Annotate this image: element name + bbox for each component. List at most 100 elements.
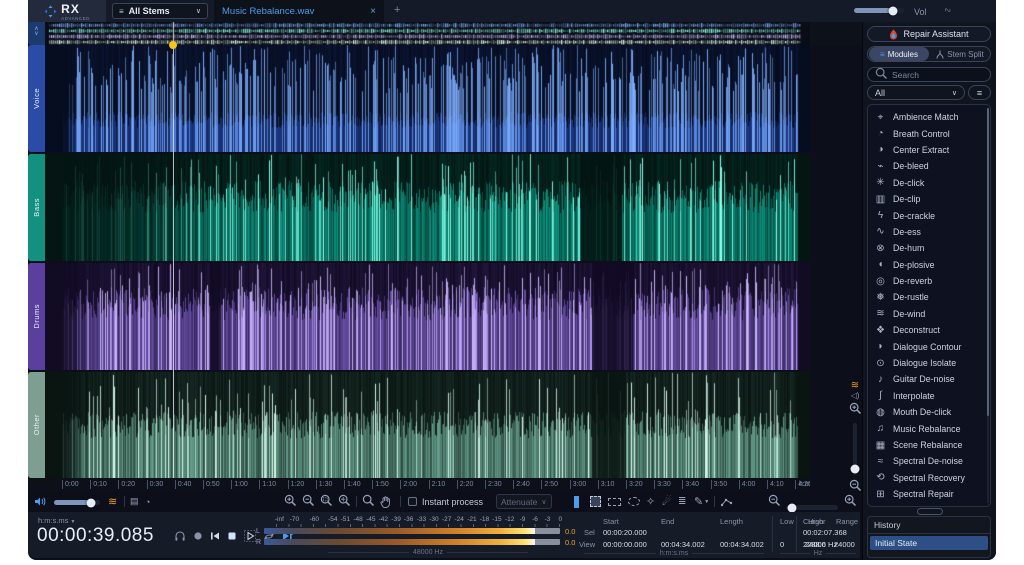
- module-item-interpolate[interactable]: ∫Interpolate: [874, 388, 990, 404]
- module-item-ambience-match[interactable]: ⌖Ambience Match: [874, 109, 990, 125]
- time-ruler[interactable]: 0:000:100:200:300:400:501:001:101:201:30…: [45, 478, 810, 491]
- repair-assistant-button[interactable]: Repair Assistant: [867, 26, 991, 42]
- history-item-initial-state[interactable]: Initial State: [870, 536, 988, 550]
- stem-tab-voice[interactable]: Voice: [28, 45, 45, 152]
- time-readout-icon[interactable]: ◔: [145, 494, 150, 509]
- volume-slider[interactable]: [854, 8, 904, 13]
- ruler-left-fill: [28, 478, 45, 491]
- module-item-de-plosive[interactable]: ◖De-plosive: [874, 257, 990, 273]
- module-label: De-clip: [893, 194, 920, 204]
- module-item-spectral-de-noise[interactable]: ≈Spectral De-noise: [874, 453, 990, 469]
- view-row-label: View: [579, 540, 595, 549]
- module-list-scrollbar[interactable]: [987, 108, 989, 503]
- wand-pointer-tool[interactable]: ☄: [662, 494, 672, 509]
- module-item-music-rebalance[interactable]: ♫Music Rebalance: [874, 420, 990, 436]
- instant-process-checkbox[interactable]: [408, 494, 417, 509]
- stem-tab-bass[interactable]: Bass: [28, 154, 45, 261]
- stem-tab-drums[interactable]: Drums: [28, 263, 45, 370]
- clipboard-info-icon[interactable]: ▤: [130, 494, 139, 509]
- hand-tool[interactable]: [380, 494, 391, 509]
- frequency-selection-tool[interactable]: [608, 494, 621, 509]
- module-list-menu-button[interactable]: ≡: [968, 85, 991, 100]
- module-item-de-reverb[interactable]: ◎De-reverb: [874, 273, 990, 289]
- horizontal-zoom-knob[interactable]: [788, 503, 797, 512]
- module-item-de-crackle[interactable]: ϟDe-crackle: [874, 207, 990, 223]
- scrollbar-thumb[interactable]: [987, 108, 989, 416]
- brush-tool[interactable]: ✎▼: [694, 494, 709, 509]
- play-button[interactable]: [244, 530, 256, 542]
- module-item-breath-control[interactable]: ◔Breath Control: [874, 125, 990, 141]
- curve-node-tool[interactable]: [721, 494, 733, 509]
- playhead-line[interactable]: [173, 45, 174, 478]
- harmonic-lines-tool[interactable]: ≣: [678, 494, 686, 509]
- spectrogram-voice[interactable]: [45, 45, 810, 152]
- module-item-dialogue-contour[interactable]: ◗Dialogue Contour: [874, 338, 990, 354]
- waveform-spectrogram-blend-icon[interactable]: ≋: [108, 494, 117, 509]
- new-tab-button[interactable]: +: [394, 4, 400, 16]
- zoom-out-button[interactable]: [302, 494, 315, 509]
- overview-minimap[interactable]: [45, 22, 810, 45]
- stop-button[interactable]: [227, 531, 237, 541]
- attenuate-dropdown[interactable]: Attenuate ∨: [496, 494, 552, 509]
- module-item-dialogue-isolate[interactable]: ⊙Dialogue Isolate: [874, 355, 990, 371]
- meter-scale-tick: -3: [545, 516, 551, 523]
- spectrogram-bass[interactable]: [45, 154, 810, 261]
- spectrogram-other[interactable]: [45, 372, 810, 478]
- monitor-headphones-icon[interactable]: [174, 530, 186, 542]
- horizontal-zoom-out-icon[interactable]: [768, 494, 781, 509]
- tab-stem-split[interactable]: Stem Split: [930, 50, 990, 59]
- speaker-small-icon[interactable]: ◁): [848, 391, 862, 400]
- spectrogram-blend-icon[interactable]: ≋: [848, 380, 862, 391]
- time-format-selector[interactable]: h:m:s.ms ▼: [38, 516, 75, 525]
- tab-modules[interactable]: ≡ Modules: [869, 47, 929, 61]
- module-item-de-click[interactable]: ✳De-click: [874, 175, 990, 191]
- zoom-in-button[interactable]: [284, 494, 297, 509]
- vertical-zoom-out-icon[interactable]: [848, 479, 862, 497]
- time-frequency-selection-tool[interactable]: [590, 494, 601, 509]
- monitor-volume-knob[interactable]: [86, 498, 95, 507]
- module-item-de-bleed[interactable]: ⌁De-bleed: [874, 158, 990, 174]
- module-filter-select[interactable]: All ∨: [867, 85, 965, 100]
- stems-view-dropdown[interactable]: ≡ All Stems ∨: [112, 3, 208, 19]
- vertical-zoom-slider[interactable]: [853, 423, 857, 475]
- lasso-selection-tool[interactable]: [628, 494, 640, 509]
- panel-resize-handle[interactable]: [917, 508, 943, 515]
- file-tab[interactable]: Music Rebalance.wav ×: [214, 0, 384, 22]
- return-to-start-button[interactable]: [210, 531, 220, 541]
- ruler-tick: 1:40: [344, 480, 361, 489]
- zoom-fit-button[interactable]: [338, 494, 351, 509]
- magic-wand-tool[interactable]: ✧: [646, 494, 655, 509]
- monitor-volume-slider[interactable]: [54, 500, 100, 505]
- record-button[interactable]: [193, 531, 203, 541]
- module-item-deconstruct[interactable]: ❖Deconstruct: [874, 322, 990, 338]
- module-item-center-extract[interactable]: ◑Center Extract: [874, 142, 990, 158]
- module-search-input[interactable]: Search: [867, 67, 991, 82]
- ruler-tick: 2:20: [457, 480, 474, 489]
- stems-dropdown-value: All Stems: [129, 6, 191, 16]
- horizontal-zoom-slider[interactable]: [786, 505, 838, 510]
- module-label: De-reverb: [893, 276, 932, 286]
- module-item-de-wind[interactable]: ≋De-wind: [874, 306, 990, 322]
- stem-tab-other[interactable]: Other: [28, 372, 45, 478]
- module-item-spectral-repair[interactable]: ⊞Spectral Repair: [874, 486, 990, 502]
- magnify-tool[interactable]: [362, 494, 375, 509]
- vertical-zoom-knob[interactable]: [851, 465, 860, 474]
- module-item-de-ess[interactable]: ∿De-ess: [874, 224, 990, 240]
- time-selection-tool[interactable]: [574, 494, 579, 509]
- overview-collapse-tab[interactable]: ∧ ∨: [28, 22, 45, 45]
- module-item-de-rustle[interactable]: ❅De-rustle: [874, 289, 990, 305]
- tab-close-icon[interactable]: ×: [370, 6, 376, 17]
- ruler-tick: 0:00: [62, 480, 79, 489]
- monitor-speaker-icon[interactable]: [34, 494, 46, 509]
- module-item-guitar-de-noise[interactable]: ♪Guitar De-noise: [874, 371, 990, 387]
- module-item-de-hum[interactable]: ⊗De-hum: [874, 240, 990, 256]
- playhead-marker[interactable]: [169, 41, 177, 49]
- module-item-spectral-recovery[interactable]: ⟲Spectral Recovery: [874, 470, 990, 486]
- zoom-selection-button[interactable]: [320, 494, 333, 509]
- volume-slider-knob[interactable]: [889, 6, 898, 15]
- module-item-de-clip[interactable]: ▥De-clip: [874, 191, 990, 207]
- spectrogram-drums[interactable]: [45, 263, 810, 370]
- module-item-mouth-de-click[interactable]: ◍Mouth De-click: [874, 404, 990, 420]
- vertical-zoom-in-icon[interactable]: [848, 402, 862, 420]
- module-item-scene-rebalance[interactable]: ▦Scene Rebalance: [874, 437, 990, 453]
